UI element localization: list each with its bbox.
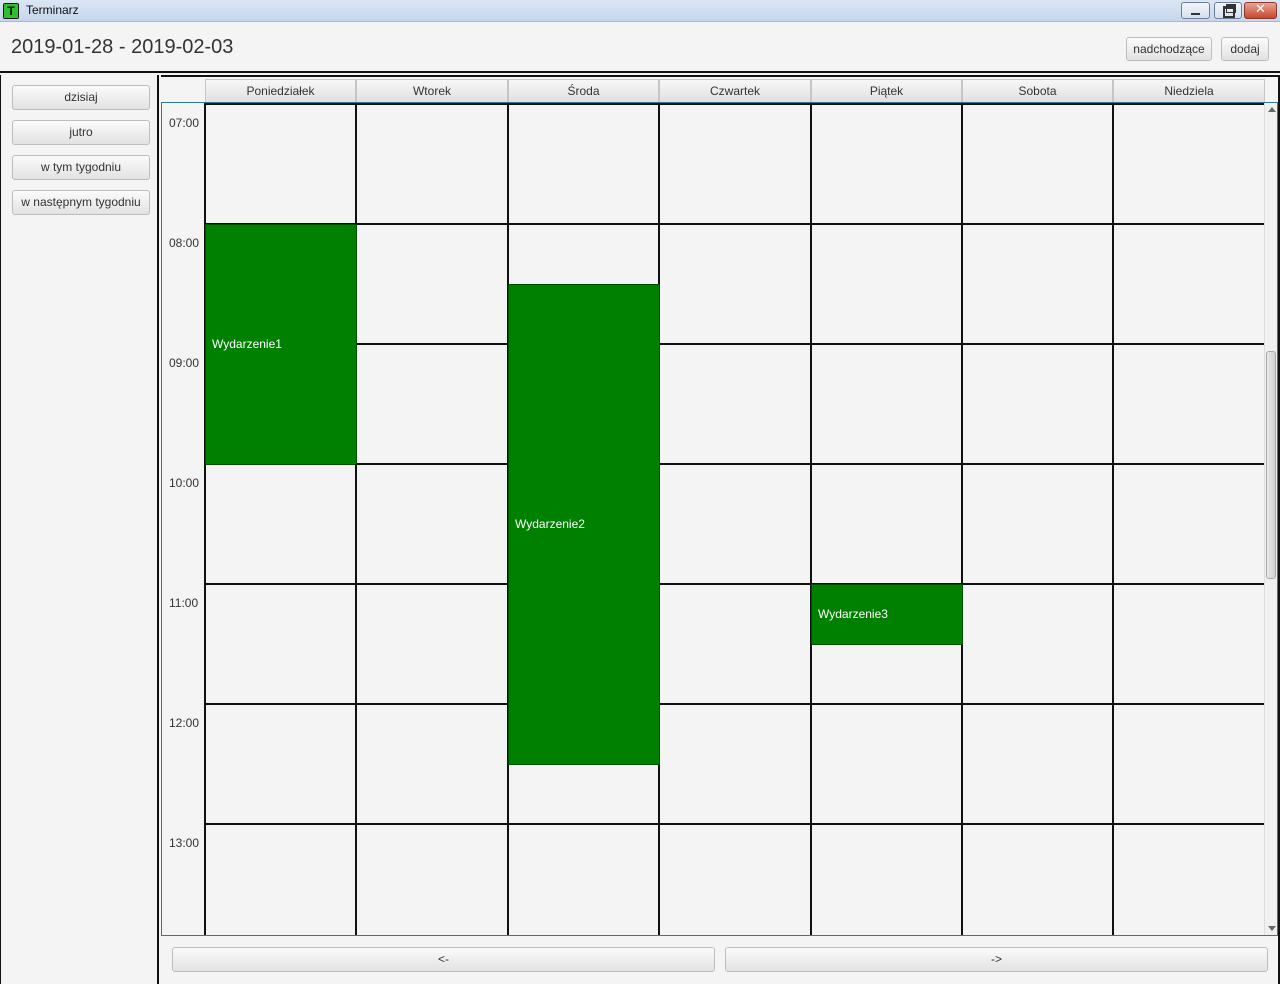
close-button[interactable]: ✕ [1244,2,1277,19]
time-slot-cell[interactable] [355,343,507,463]
time-label: 10:00 [169,476,200,490]
event-title: Wydarzenie1 [212,337,282,351]
week-navigation: <- -> [161,936,1278,984]
time-slot-cell[interactable] [1112,103,1266,223]
event-title: Wydarzenie3 [818,607,888,621]
time-slot-cell[interactable] [658,583,810,703]
time-slot-cell[interactable] [810,103,961,223]
next-week-button[interactable]: -> [725,947,1268,972]
date-range-label: 2019-01-28 - 2019-02-03 [11,36,234,58]
day-header-2: Środa [508,79,659,103]
event-block[interactable]: Wydarzenie3 [811,584,963,645]
time-slot-cell[interactable] [961,223,1112,343]
calendar-grid-viewport[interactable]: 07:00 08:00 09:00 10:00 11:00 12:00 13:00 Wydar… [161,102,1278,936]
time-label: 09:00 [169,356,200,370]
time-slot-cell[interactable] [204,463,355,583]
week-calendar: Poniedziałek Wtorek Środa Czwartek Piątek Sob… [161,75,1280,984]
day-header-6: Niedziela [1113,79,1265,103]
time-slot-cell[interactable] [658,703,810,823]
hour-row: 12:00 [162,703,1266,823]
time-slot-cell[interactable] [507,103,658,223]
hour-row: 10:00 [162,463,1266,583]
time-slot-cell[interactable] [204,583,355,703]
time-label: 12:00 [169,716,200,730]
time-slot-cell[interactable] [1112,583,1266,703]
event-block[interactable]: Wydarzenie1 [205,224,357,465]
time-slot-cell[interactable] [810,703,961,823]
app-icon-letter: T [4,4,18,18]
time-slot-cell[interactable] [810,343,961,463]
time-slot-cell[interactable] [355,463,507,583]
day-header-3: Czwartek [659,79,811,103]
time-slot-cell[interactable] [1112,703,1266,823]
time-slot-cell[interactable] [1112,463,1266,583]
time-slot-cell[interactable] [507,823,658,935]
close-icon: ✕ [1255,2,1266,17]
time-slot-cell[interactable] [961,103,1112,223]
time-slot-cell[interactable] [658,343,810,463]
time-label: 11:00 [169,596,199,610]
time-slot-cell[interactable] [961,823,1112,935]
time-slot-cell[interactable] [810,823,961,935]
time-slot-cell[interactable] [961,463,1112,583]
event-title: Wydarzenie2 [515,517,585,531]
restore-button[interactable] [1214,2,1242,19]
day-header-5: Sobota [962,79,1113,103]
time-slot-cell[interactable] [1112,823,1266,935]
day-header-4: Piątek [811,79,962,103]
add-button[interactable]: dodaj [1221,37,1269,61]
time-slot-cell[interactable] [810,223,961,343]
time-slot-cell[interactable] [204,703,355,823]
time-slot-cell[interactable] [1112,223,1266,343]
sidebar-item-this-week[interactable]: w tym tygodniu [12,155,150,180]
time-slot-cell[interactable] [658,223,810,343]
time-slot-cell[interactable] [204,103,355,223]
time-slot-cell[interactable] [1112,343,1266,463]
header: 2019-01-28 - 2019-02-03 nadchodzące doda… [0,23,1280,73]
sidebar-item-today[interactable]: dzisiaj [12,85,150,110]
time-slot-cell[interactable] [355,823,507,935]
time-slot-cell[interactable] [658,823,810,935]
time-slot-cell[interactable] [658,103,810,223]
sidebar-item-tomorrow[interactable]: jutro [12,120,150,145]
hour-row: 07:00 [162,103,1266,223]
window-titlebar: T Terminarz ✕ [0,0,1280,22]
hour-row: 13:00 [162,823,1266,935]
vertical-scrollbar[interactable] [1264,103,1277,935]
time-slot-cell[interactable] [810,463,961,583]
time-slot-cell[interactable] [961,703,1112,823]
scroll-thumb[interactable] [1266,351,1276,579]
time-slot-cell[interactable] [355,223,507,343]
time-slot-cell[interactable] [961,343,1112,463]
prev-week-button[interactable]: <- [172,947,715,972]
time-label: 07:00 [169,116,200,130]
time-label: 08:00 [169,236,200,250]
time-label: 13:00 [169,836,200,850]
time-slot-cell[interactable] [355,583,507,703]
sidebar: dzisiaj jutro w tym tygodniu w następnym… [0,75,159,984]
time-slot-cell[interactable] [658,463,810,583]
event-block[interactable]: Wydarzenie2 [508,284,660,765]
scroll-up-icon[interactable] [1268,107,1276,112]
minimize-button[interactable] [1181,2,1210,19]
time-slot-cell[interactable] [355,703,507,823]
time-slot-cell[interactable] [355,103,507,223]
sidebar-item-next-week[interactable]: w następnym tygodniu [12,190,150,215]
day-header-0: Poniedziałek [205,79,356,103]
window-title: Terminarz [26,3,79,17]
time-slot-cell[interactable] [204,823,355,935]
time-slot-cell[interactable] [961,583,1112,703]
scroll-down-icon[interactable] [1268,926,1276,931]
day-header-1: Wtorek [356,79,508,103]
hour-row: 11:00 [162,583,1266,703]
day-header-row: Poniedziałek Wtorek Środa Czwartek Piątek Sob… [161,75,1278,103]
upcoming-button[interactable]: nadchodzące [1126,37,1212,61]
app-icon: T [3,3,19,19]
